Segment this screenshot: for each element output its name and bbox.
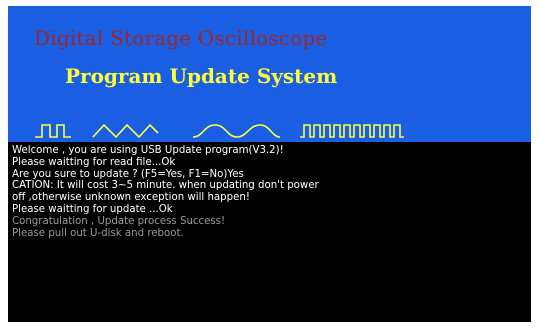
pulse-train-icon (300, 124, 404, 138)
update-log-console: Welcome , you are using USB Update progr… (8, 142, 531, 322)
device-title: Digital Storage Oscilloscope (34, 26, 328, 50)
system-title: Program Update System (65, 64, 338, 88)
log-line-read-file: Please waitting for read file...Ok (12, 156, 176, 168)
log-line-reboot: Please pull out U-disk and reboot. (12, 227, 184, 239)
log-line-welcome: Welcome , you are using USB Update progr… (12, 145, 284, 156)
log-line-caution: CATION: It will cost 3~5 minute. when up… (12, 180, 319, 192)
log-line-confirm-update: Are you sure to update ? (F5=Yes, F1=No)… (12, 168, 244, 180)
waveform-strip (35, 123, 404, 139)
update-screen: Digital Storage Oscilloscope Program Upd… (8, 6, 531, 322)
sine-wave-icon (192, 124, 281, 138)
header-banner: Digital Storage Oscilloscope Program Upd… (8, 6, 531, 142)
square-wave-icon (35, 124, 71, 138)
log-line-wait-update: Please waitting for update ...Ok (12, 203, 173, 215)
log-line-success: Congratulation , Update process Success! (12, 215, 226, 227)
log-line-caution-cont: off ,otherwise unknown exception will ha… (12, 192, 250, 204)
triangle-wave-icon (92, 123, 159, 139)
